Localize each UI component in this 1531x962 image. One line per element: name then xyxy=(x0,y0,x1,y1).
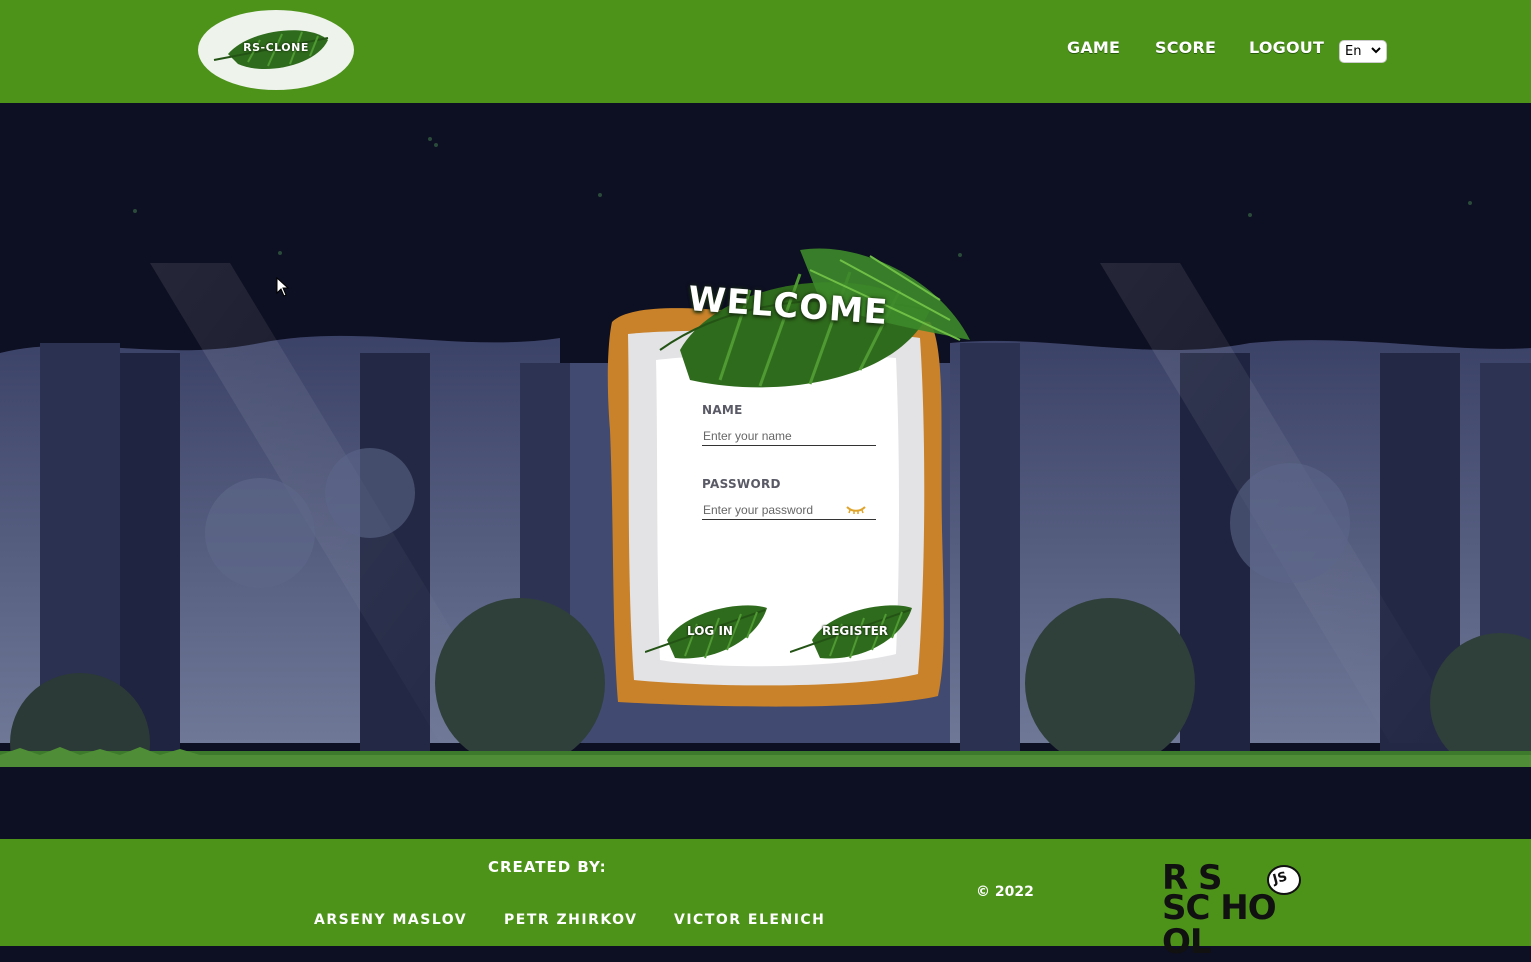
register-button-label: REGISTER xyxy=(821,624,889,638)
name-label: NAME xyxy=(702,403,743,417)
name-input[interactable] xyxy=(702,427,876,446)
rs-logo-line2: SC HO OL xyxy=(1162,888,1277,962)
author-link[interactable]: Petr Zhirkov xyxy=(504,912,637,928)
mouse-cursor-icon xyxy=(276,277,290,297)
nav-logout-link[interactable]: LOGOUT xyxy=(1249,38,1329,57)
login-button[interactable]: LOG IN xyxy=(644,600,775,670)
nav-game-link[interactable]: GAME xyxy=(1067,38,1127,57)
footer: CREATED BY: Arseny Maslov Petr Zhirkov V… xyxy=(0,839,1531,959)
author-link[interactable]: Victor Elenich xyxy=(674,912,825,928)
language-select-value: En xyxy=(1345,44,1362,59)
site-logo[interactable]: RS-CLONE xyxy=(198,10,354,90)
created-by-heading: CREATED BY: xyxy=(488,858,607,876)
header: RS-CLONE GAME SCORE LOGOUT En xyxy=(0,0,1531,103)
author-link[interactable]: Arseny Maslov xyxy=(314,912,467,928)
logo-text: RS-CLONE xyxy=(243,41,309,54)
login-card: WELCOME NAME PASSWORD LOG IN REGISTER xyxy=(600,230,980,720)
copyright-text: © 2022 xyxy=(976,884,1034,900)
password-label: PASSWORD xyxy=(702,477,781,491)
login-button-label: LOG IN xyxy=(687,624,733,638)
eye-closed-icon[interactable] xyxy=(846,504,866,514)
chevron-down-icon xyxy=(1371,47,1381,54)
rs-school-logo[interactable]: R S SC HO OL JS xyxy=(1160,859,1330,959)
language-select[interactable]: En xyxy=(1339,40,1387,63)
register-button[interactable]: REGISTER xyxy=(789,600,920,670)
nav-score-link[interactable]: SCORE xyxy=(1155,38,1225,57)
